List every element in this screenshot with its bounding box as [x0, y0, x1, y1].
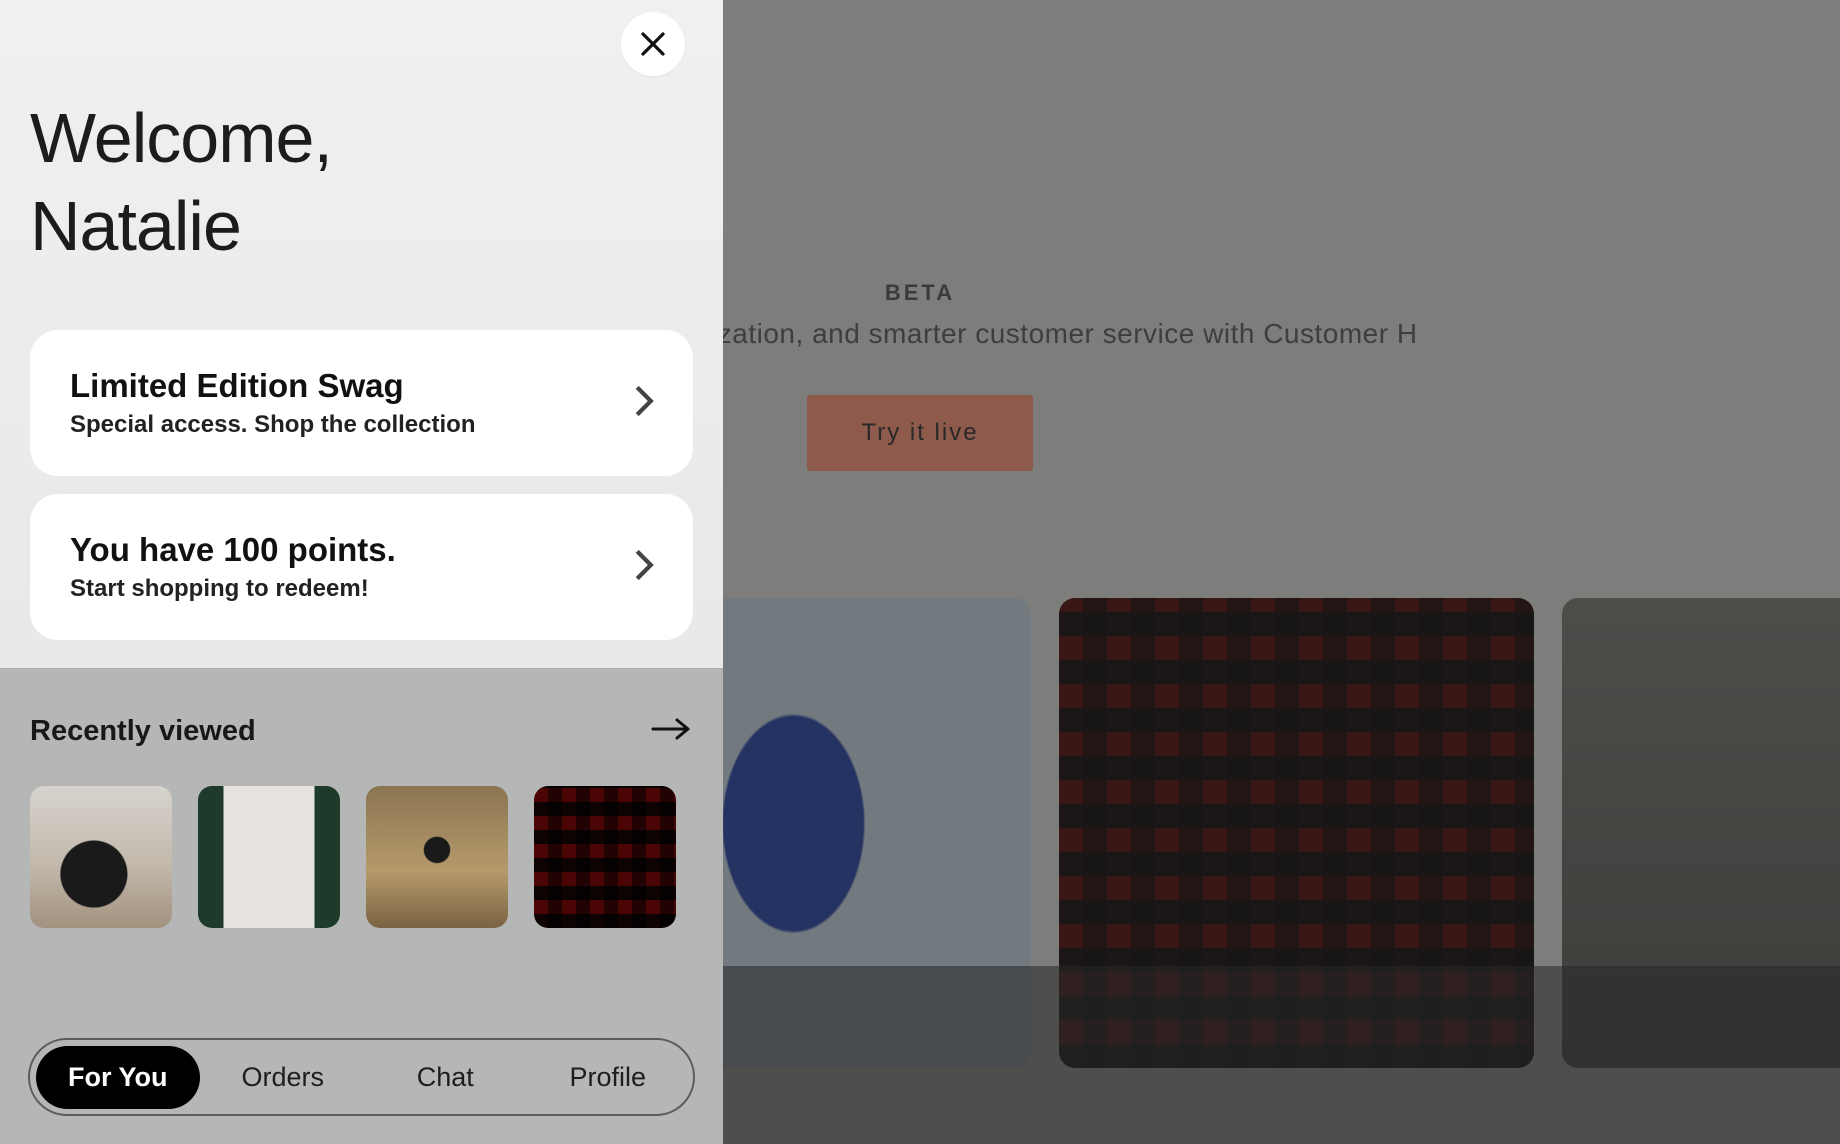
card-title: You have 100 points. [70, 531, 396, 569]
tab-bar: For You Orders Chat Profile [28, 1038, 695, 1116]
welcome-heading: Welcome, Natalie [30, 95, 693, 270]
tab-for-you[interactable]: For You [36, 1046, 200, 1109]
recently-viewed-header: Recently viewed [30, 711, 693, 752]
promo-card-points[interactable]: You have 100 points. Start shopping to r… [30, 494, 693, 640]
welcome-line-1: Welcome, [30, 99, 332, 177]
try-it-live-button[interactable]: Try it live [807, 395, 1032, 471]
tab-chat[interactable]: Chat [366, 1046, 525, 1109]
welcome-line-2: Natalie [30, 187, 241, 265]
card-text: You have 100 points. Start shopping to r… [70, 531, 396, 603]
close-icon [638, 29, 668, 59]
recent-item[interactable] [534, 786, 676, 928]
recent-item[interactable] [366, 786, 508, 928]
panel-header: Welcome, Natalie [0, 0, 723, 270]
recent-item[interactable] [30, 786, 172, 928]
card-title: Limited Edition Swag [70, 367, 475, 405]
arrow-right-icon [649, 711, 693, 747]
promo-cards: Limited Edition Swag Special access. Sho… [0, 270, 723, 640]
view-all-arrow[interactable] [649, 711, 693, 752]
tab-orders[interactable]: Orders [204, 1046, 363, 1109]
card-subtitle: Start shopping to redeem! [70, 575, 396, 603]
chevron-right-icon [633, 384, 655, 423]
recent-item[interactable] [198, 786, 340, 928]
card-text: Limited Edition Swag Special access. Sho… [70, 367, 475, 439]
customer-hub-panel: Welcome, Natalie Limited Edition Swag Sp… [0, 0, 723, 1144]
chevron-right-icon [633, 548, 655, 587]
tab-profile[interactable]: Profile [529, 1046, 688, 1109]
close-button[interactable] [621, 12, 685, 76]
recently-viewed-title: Recently viewed [30, 715, 256, 748]
card-subtitle: Special access. Shop the collection [70, 411, 475, 439]
recently-viewed-items [30, 786, 693, 928]
promo-card-swag[interactable]: Limited Edition Swag Special access. Sho… [30, 330, 693, 476]
